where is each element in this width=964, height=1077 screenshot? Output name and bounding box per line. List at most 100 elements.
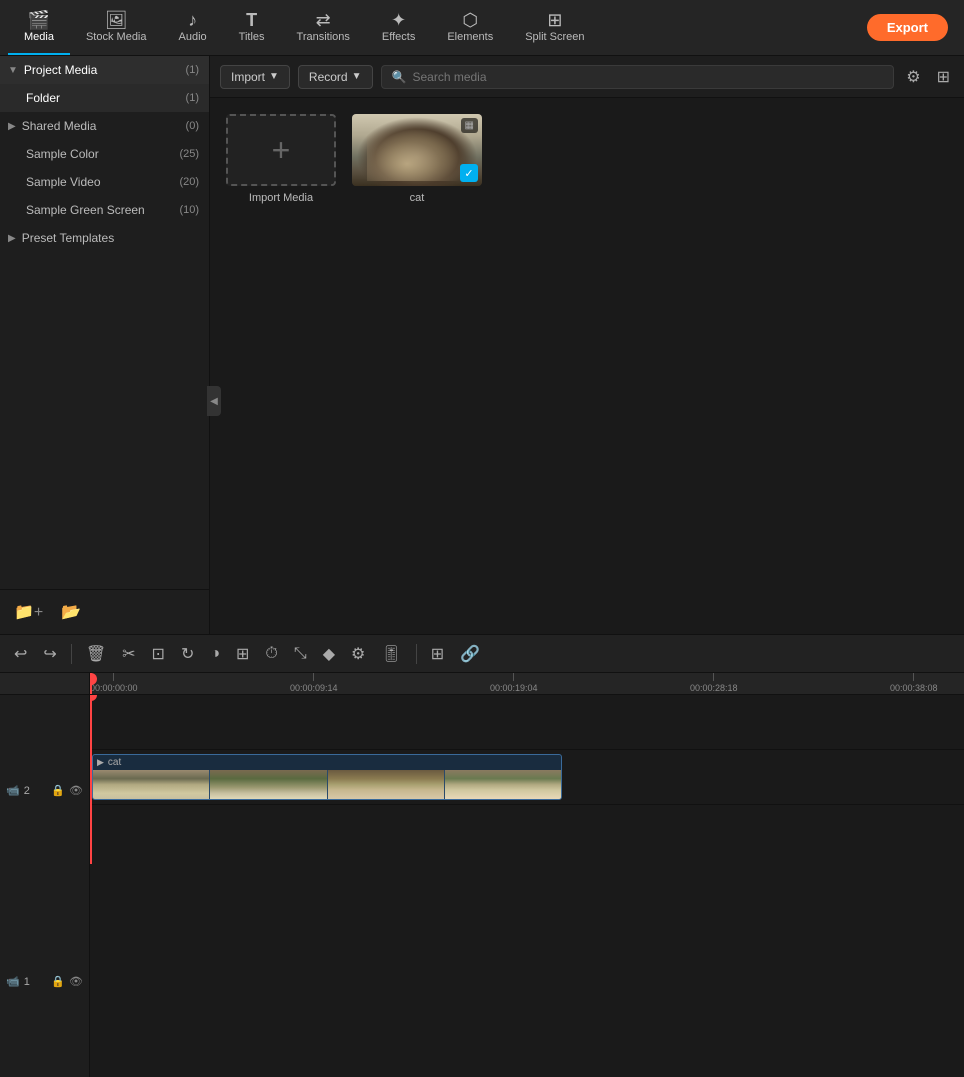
- sidebar-item-preset-templates[interactable]: ▶ Preset Templates: [0, 224, 209, 252]
- timeline-toolbar: ↩ ↪ 🗑 ✂ ⊡ ↻ ◑ ⊞ ⏱ ⤡ ◆ ⚙ 🎚 ⊞ 🔗: [0, 635, 964, 673]
- video-frame-1: [93, 770, 209, 799]
- effects-icon: ✦: [391, 11, 406, 29]
- timeline-body: 📹 2 🔒 👁 📹 1 🔒 👁: [0, 673, 964, 864]
- sidebar-item-shared-media[interactable]: ▶ Shared Media (0): [0, 112, 209, 140]
- nav-label-split-screen: Split Screen: [525, 31, 584, 43]
- nav-item-elements[interactable]: ⬡ Elements: [431, 0, 509, 55]
- sidebar-label-folder: Folder: [26, 91, 182, 105]
- nav-item-media[interactable]: 🎬 Media: [8, 0, 70, 55]
- nav-label-titles: Titles: [239, 31, 265, 43]
- nav-label-stock-media: Stock Media: [86, 31, 147, 43]
- nav-label-audio: Audio: [179, 31, 207, 43]
- sidebar-item-sample-green-screen[interactable]: Sample Green Screen (10): [0, 196, 209, 224]
- track-1-controls: 🔒 👁: [51, 975, 83, 988]
- track-1-icons: 📹 1: [6, 975, 30, 988]
- import-dropdown-icon: ▼: [269, 71, 279, 82]
- nav-item-transitions[interactable]: ⇄ Transitions: [281, 0, 366, 55]
- top-navigation: 🎬 Media 🖼 Stock Media ♪ Audio T Titles ⇄…: [0, 0, 964, 56]
- view-toggle-button[interactable]: ⊞: [933, 63, 954, 91]
- track-2-controls: 🔒 👁: [51, 784, 83, 797]
- track-2-icons: 📹 2: [6, 784, 30, 797]
- record-button[interactable]: Record ▼: [298, 65, 373, 89]
- ruler-line-1: [313, 673, 314, 681]
- sidebar-count-project-media: (1): [186, 64, 199, 76]
- sidebar-collapse-handle[interactable]: ◀: [207, 112, 221, 690]
- ruler-line-3: [713, 673, 714, 681]
- ruler-tick-0: 00:00:00:00: [90, 673, 138, 693]
- media-grid: + Import Media ▦ ✓ cat: [210, 98, 964, 634]
- track-1-label: 📹 1 🔒 👁: [0, 886, 90, 1077]
- sidebar-item-folder[interactable]: Folder (1): [0, 84, 209, 112]
- keyframe-button[interactable]: ◆: [317, 641, 341, 667]
- ruler-line-0: [113, 673, 114, 681]
- split-screen-icon: ⊞: [547, 11, 562, 29]
- add-folder-button[interactable]: 📁+: [8, 598, 49, 626]
- timeline-track-labels: 📹 2 🔒 👁 📹 1 🔒 👁: [0, 673, 90, 864]
- import-button[interactable]: Import ▼: [220, 65, 290, 89]
- transform-button[interactable]: ⤡: [288, 642, 313, 666]
- track-2-video-icon: 📹: [6, 784, 20, 797]
- sidebar-content: ▼ Project Media (1) Folder (1) ▶ Shared …: [0, 56, 209, 589]
- track-1-video-icon: 📹: [6, 975, 20, 988]
- track-1-content[interactable]: ▶ cat: [90, 750, 964, 804]
- ruler-tick-3: 00:00:28:18: [690, 673, 738, 693]
- ruler-label-2: 00:00:19:04: [490, 683, 538, 693]
- titles-icon: T: [246, 11, 257, 29]
- clip-play-icon: ▶: [97, 757, 104, 768]
- stabilize-button[interactable]: ⊞: [230, 641, 255, 667]
- track-2-lock-icon[interactable]: 🔒: [51, 784, 65, 797]
- link-button[interactable]: 🔗: [454, 641, 486, 667]
- import-media-item[interactable]: + Import Media: [226, 114, 336, 204]
- undo-button[interactable]: ↩: [8, 641, 33, 667]
- cat-media-item[interactable]: ▦ ✓ cat: [352, 114, 482, 204]
- cat-media-label: cat: [410, 192, 425, 204]
- nav-item-titles[interactable]: T Titles: [223, 0, 281, 55]
- playhead-ruler: [90, 673, 92, 694]
- snap-button[interactable]: ⊞: [425, 641, 450, 667]
- delete-button[interactable]: 🗑: [80, 641, 112, 667]
- sidebar-label-preset-templates: Preset Templates: [22, 231, 199, 245]
- sidebar-item-sample-color[interactable]: Sample Color (25): [0, 140, 209, 168]
- sidebar-label-shared-media: Shared Media: [22, 119, 182, 133]
- export-button[interactable]: Export: [867, 14, 948, 41]
- audio-adjust-button[interactable]: 🎚: [375, 641, 407, 667]
- nav-item-split-screen[interactable]: ⊞ Split Screen: [509, 0, 600, 55]
- search-box: 🔍: [381, 65, 895, 89]
- elements-icon: ⬡: [462, 11, 478, 29]
- ruler-tick-1: 00:00:09:14: [290, 673, 338, 693]
- plus-icon: +: [272, 132, 291, 169]
- cat-clip-header: ▶ cat: [93, 755, 561, 770]
- import-media-box[interactable]: +: [226, 114, 336, 186]
- search-input[interactable]: [412, 70, 883, 84]
- crop-button[interactable]: ⊡: [146, 641, 171, 667]
- filter-button[interactable]: ⚙: [902, 63, 924, 91]
- redo-button[interactable]: ↪: [37, 641, 62, 667]
- nav-item-audio[interactable]: ♪ Audio: [163, 0, 223, 55]
- cat-clip[interactable]: ▶ cat: [92, 754, 562, 800]
- sidebar-count-folder: (1): [186, 92, 199, 104]
- track-1-lock-icon[interactable]: 🔒: [51, 975, 65, 988]
- timeline-ruler[interactable]: 00:00:00:00 00:00:09:14 00:00:19:04 00:0…: [90, 673, 964, 695]
- nav-item-effects[interactable]: ✦ Effects: [366, 0, 431, 55]
- rotate-button[interactable]: ↻: [175, 641, 200, 667]
- video-frame-3: [328, 770, 444, 799]
- track-2-content[interactable]: [90, 695, 964, 749]
- timeline-area: ↩ ↪ 🗑 ✂ ⊡ ↻ ◑ ⊞ ⏱ ⤡ ◆ ⚙ 🎚 ⊞ 🔗 📹 2: [0, 634, 964, 864]
- adjust-button[interactable]: ⚙: [345, 641, 371, 667]
- sidebar-item-project-media[interactable]: ▼ Project Media (1): [0, 56, 209, 84]
- scissors-button[interactable]: ✂: [116, 641, 141, 667]
- sidebar-label-sample-color: Sample Color: [26, 147, 175, 161]
- open-folder-button[interactable]: 📂: [55, 598, 87, 626]
- track-2-eye-icon[interactable]: 👁: [69, 784, 83, 797]
- sidebar-label-project-media: Project Media: [24, 63, 182, 77]
- nav-item-stock-media[interactable]: 🖼 Stock Media: [70, 0, 163, 55]
- sidebar-item-sample-video[interactable]: Sample Video (20): [0, 168, 209, 196]
- chevron-down-icon: ▼: [8, 65, 18, 76]
- track-1-number: 1: [24, 976, 30, 988]
- record-dropdown-icon: ▼: [352, 71, 362, 82]
- video-clip-frames: [93, 770, 561, 799]
- sidebar-label-sample-video: Sample Video: [26, 175, 175, 189]
- timeline-tracks: ▶ cat: [90, 695, 964, 864]
- track-1-eye-icon[interactable]: 👁: [69, 975, 83, 988]
- speed-button[interactable]: ⏱: [259, 642, 283, 666]
